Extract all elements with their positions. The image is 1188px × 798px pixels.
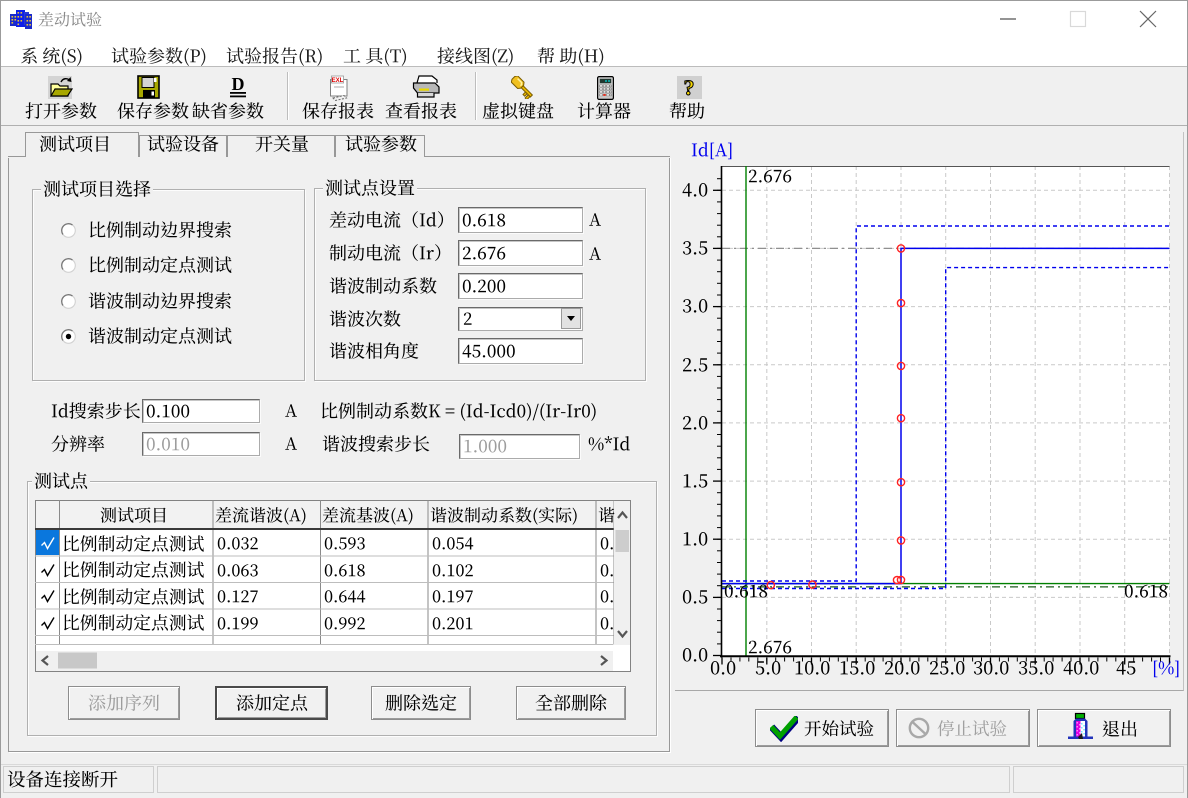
svg-text:EXL: EXL [332, 78, 344, 84]
svg-text:?: ? [684, 76, 695, 99]
svg-text:D: D [232, 74, 245, 94]
